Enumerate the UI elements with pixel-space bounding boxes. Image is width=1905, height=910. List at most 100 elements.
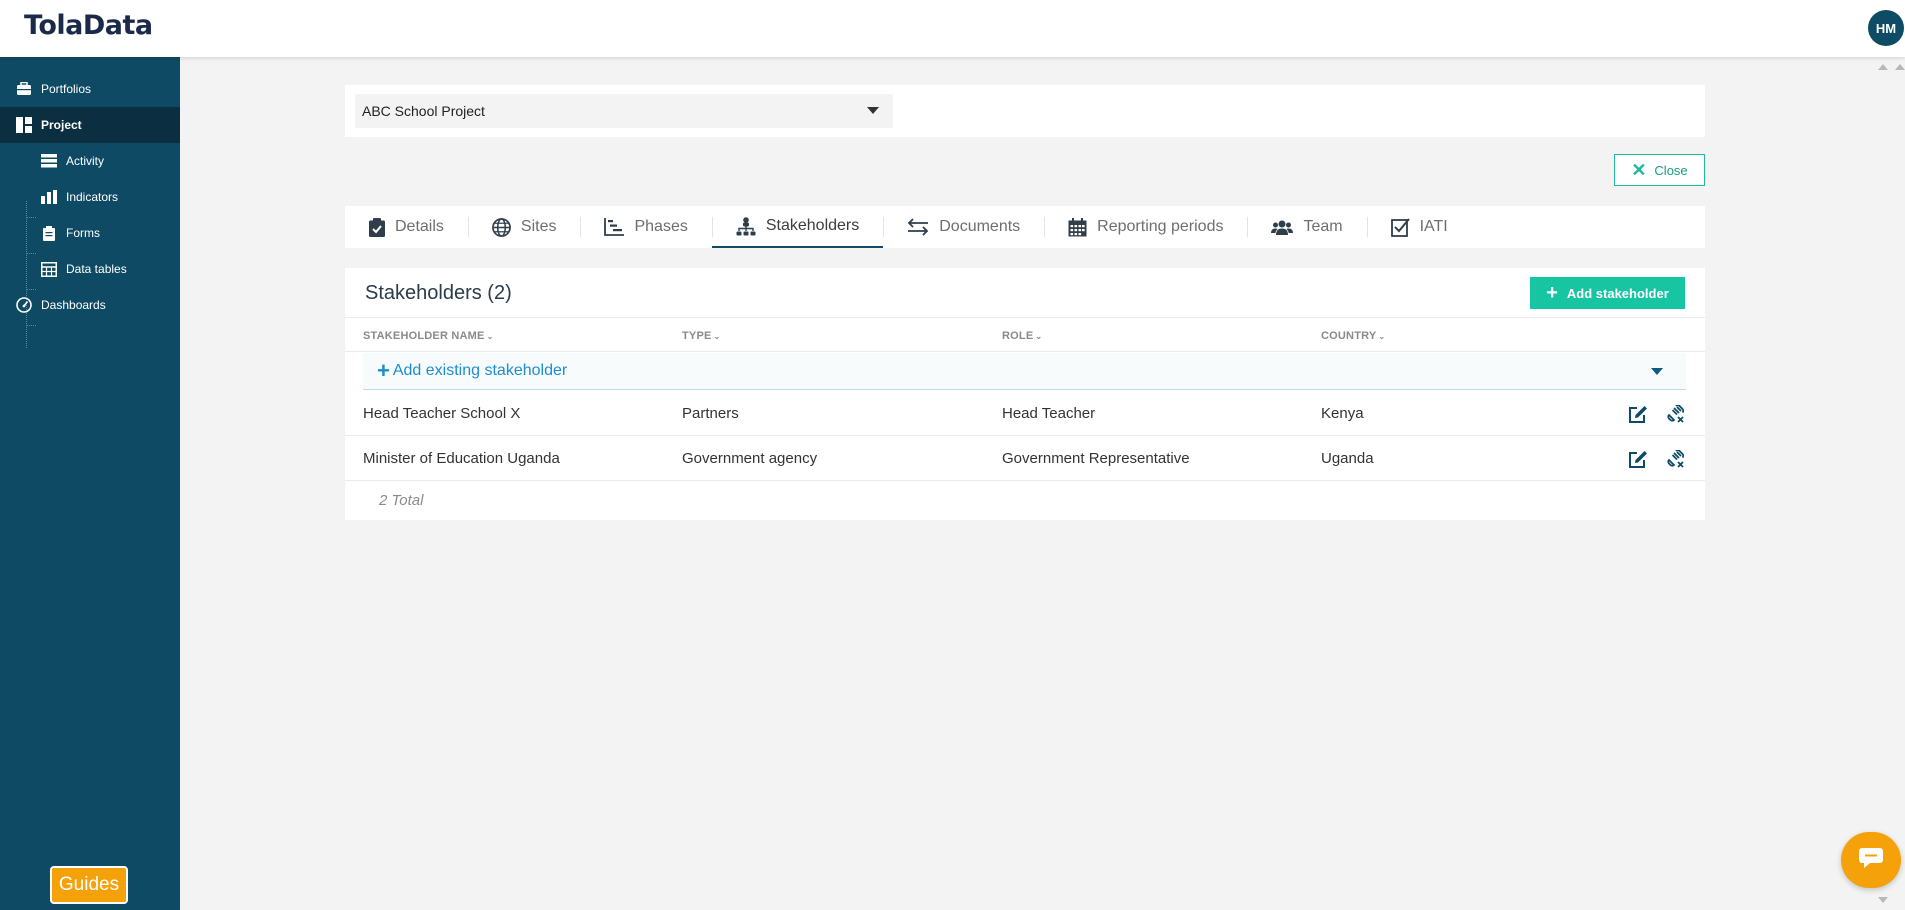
table-total: 2 Total xyxy=(379,492,424,509)
cell-name: Head Teacher School X xyxy=(363,405,521,422)
add-existing-stakeholder-link[interactable]: + Add existing stakeholder xyxy=(377,358,568,383)
project-icon xyxy=(15,117,33,133)
cell-role: Government Representative xyxy=(1002,450,1190,467)
top-bar: TolaData HM xyxy=(0,0,1905,57)
cell-country: Uganda xyxy=(1321,450,1374,467)
cell-type: Government agency xyxy=(682,450,818,467)
tab-label: Details xyxy=(395,218,444,235)
sitemap-icon xyxy=(736,216,756,236)
cell-country: Kenya xyxy=(1321,405,1364,422)
column-header-label: ROLE xyxy=(1002,330,1034,342)
column-header-type[interactable]: TYPE ⌄ xyxy=(682,330,720,342)
column-header-role[interactable]: ROLE ⌄ xyxy=(1002,330,1042,342)
chat-widget-button[interactable] xyxy=(1841,832,1901,888)
tab-reporting-periods[interactable]: Reporting periods xyxy=(1044,206,1247,248)
user-avatar[interactable]: HM xyxy=(1868,10,1904,46)
table-icon xyxy=(40,261,58,277)
clipboard-check-icon xyxy=(369,217,385,237)
tab-label: Phases xyxy=(634,218,688,235)
table-header: STAKEHOLDER NAME ⌄ TYPE ⌄ ROLE ⌄ COUNTRY ⌄ xyxy=(345,317,1705,352)
sidebar-item-data-tables[interactable]: Data tables xyxy=(0,251,180,287)
project-tabs: Details Sites Phases Stakeholders Docume… xyxy=(345,206,1705,248)
add-stakeholder-label: Add stakeholder xyxy=(1566,285,1669,301)
sidebar-item-label: Dashboards xyxy=(41,298,106,312)
chevron-down-icon: ⌄ xyxy=(486,332,494,341)
sidebar-item-activity[interactable]: Activity xyxy=(0,143,180,179)
close-button[interactable]: ✕ Close xyxy=(1614,154,1705,186)
sidebar-item-label: Forms xyxy=(66,226,100,240)
scroll-up-arrow[interactable] xyxy=(1895,64,1905,70)
caret-down-icon xyxy=(867,107,879,114)
sidebar-item-label: Activity xyxy=(66,154,105,168)
tab-label: Team xyxy=(1303,218,1343,235)
sidebar-item-project[interactable]: Project xyxy=(0,107,180,143)
tab-stakeholders[interactable]: Stakeholders xyxy=(711,206,884,248)
project-select[interactable]: ABC School Project xyxy=(355,94,893,128)
add-existing-label: Add existing stakeholder xyxy=(392,362,568,379)
tab-iati[interactable]: IATI xyxy=(1366,206,1472,248)
plus-icon: + xyxy=(377,358,390,383)
activity-icon xyxy=(40,153,58,169)
chevron-down-icon: ⌄ xyxy=(1378,332,1386,341)
calendar-icon xyxy=(1068,217,1087,237)
tree-tick xyxy=(26,325,36,326)
tab-label: Reporting periods xyxy=(1097,218,1224,235)
tab-sites[interactable]: Sites xyxy=(467,206,581,248)
users-icon xyxy=(1271,220,1294,235)
chevron-down-icon: ⌄ xyxy=(1035,332,1043,341)
close-icon: ✕ xyxy=(1631,160,1647,180)
globe-icon xyxy=(492,217,511,237)
column-header-label: TYPE xyxy=(682,330,712,342)
clipboard-icon xyxy=(40,225,58,241)
tab-documents[interactable]: Documents xyxy=(883,206,1044,248)
close-button-label: Close xyxy=(1654,162,1688,178)
exchange-icon xyxy=(907,218,929,236)
column-header-label: STAKEHOLDER NAME xyxy=(363,330,485,342)
chat-icon xyxy=(1858,847,1884,874)
edit-icon[interactable] xyxy=(1628,449,1648,469)
sidebar-item-label: Indicators xyxy=(66,190,119,204)
add-existing-stakeholder-select[interactable]: + Add existing stakeholder xyxy=(363,353,1686,390)
table-row: Head Teacher School X Partners Head Teac… xyxy=(345,391,1705,436)
tab-label: Stakeholders xyxy=(765,217,860,234)
edit-icon[interactable] xyxy=(1628,404,1648,424)
caret-down-icon[interactable] xyxy=(1651,368,1663,375)
sidebar-item-indicators[interactable]: Indicators xyxy=(0,179,180,215)
sidebar: Portfolios Project Activity Indicators F… xyxy=(0,57,180,910)
sidebar-item-label: Data tables xyxy=(66,262,127,276)
sidebar-item-forms[interactable]: Forms xyxy=(0,215,180,251)
project-select-value: ABC School Project xyxy=(362,103,485,119)
sidebar-item-portfolios[interactable]: Portfolios xyxy=(0,71,180,107)
phases-chart-icon xyxy=(604,218,625,236)
scroll-down-arrow[interactable] xyxy=(1878,897,1888,903)
guides-button[interactable]: Guides xyxy=(50,866,128,904)
stakeholders-card: Stakeholders (2) + Add stakeholder STAKE… xyxy=(345,268,1705,520)
check-square-icon xyxy=(1390,217,1410,237)
add-stakeholder-button[interactable]: + Add stakeholder xyxy=(1530,277,1685,309)
gauge-icon xyxy=(15,297,33,313)
cell-type: Partners xyxy=(682,405,739,422)
unlink-icon[interactable] xyxy=(1665,404,1685,424)
scroll-up-arrow[interactable] xyxy=(1878,64,1888,70)
tab-details[interactable]: Details xyxy=(345,206,468,248)
chevron-down-icon: ⌄ xyxy=(713,332,721,341)
briefcase-icon xyxy=(15,81,33,97)
stakeholders-title: Stakeholders (2) xyxy=(365,282,512,304)
tab-label: Sites xyxy=(520,218,557,235)
project-selector-panel: ABC School Project xyxy=(345,85,1705,137)
table-row: Minister of Education Uganda Government … xyxy=(345,436,1705,481)
cell-role: Head Teacher xyxy=(1002,405,1096,422)
bar-chart-icon xyxy=(40,189,58,205)
column-header-name[interactable]: STAKEHOLDER NAME ⌄ xyxy=(363,330,493,342)
tab-team[interactable]: Team xyxy=(1247,206,1366,248)
unlink-icon[interactable] xyxy=(1665,449,1685,469)
plus-icon: + xyxy=(1546,282,1558,304)
tab-label: Documents xyxy=(939,218,1021,235)
sidebar-item-dashboards[interactable]: Dashboards xyxy=(0,287,180,323)
app-logo[interactable]: TolaData xyxy=(24,10,153,41)
tab-phases[interactable]: Phases xyxy=(580,206,711,248)
sidebar-item-label: Project xyxy=(41,118,82,132)
column-header-country[interactable]: COUNTRY ⌄ xyxy=(1321,330,1385,342)
cell-name: Minister of Education Uganda xyxy=(363,450,560,467)
column-header-label: COUNTRY xyxy=(1321,330,1377,342)
